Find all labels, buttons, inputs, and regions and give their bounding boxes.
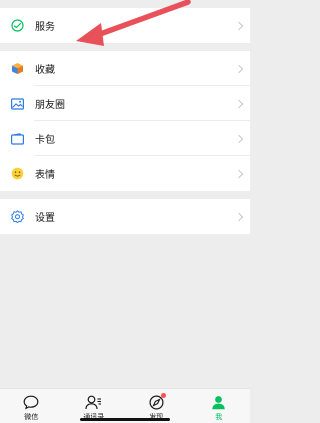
menu-item-card-wallet[interactable]: 卡包 bbox=[0, 121, 250, 156]
notification-dot bbox=[161, 393, 167, 398]
chevron-right-icon bbox=[234, 64, 244, 73]
card-wallet-icon bbox=[10, 132, 24, 146]
discover-icon bbox=[147, 393, 167, 411]
contacts-icon bbox=[85, 393, 103, 411]
chevron-right-icon bbox=[234, 212, 244, 221]
chevron-right-icon bbox=[234, 169, 244, 178]
chevron-right-icon bbox=[234, 134, 244, 143]
menu-item-label: 收藏 bbox=[35, 65, 55, 76]
favorites-icon bbox=[10, 62, 24, 76]
tab-me[interactable]: 我 bbox=[188, 389, 251, 423]
tab-label: 微信 bbox=[24, 413, 39, 421]
chat-icon bbox=[22, 393, 40, 411]
me-icon bbox=[210, 393, 228, 411]
home-indicator bbox=[80, 418, 170, 421]
bottom-tab-bar: 微信 通讯录 发现 我 bbox=[0, 388, 250, 423]
services-icon bbox=[10, 19, 24, 33]
sticker-icon bbox=[10, 167, 24, 181]
services-group: 服务 bbox=[0, 8, 250, 43]
menu-item-favorites[interactable]: 收藏 bbox=[0, 51, 250, 86]
top-spacer bbox=[0, 0, 250, 8]
menu-item-label: 表情 bbox=[35, 170, 55, 181]
menu-item-moments[interactable]: 朋友圈 bbox=[0, 86, 250, 121]
section-gap bbox=[0, 191, 250, 199]
settings-group: 设置 bbox=[0, 199, 250, 234]
tab-label: 我 bbox=[215, 413, 223, 421]
chevron-right-icon bbox=[234, 99, 244, 108]
menu-item-label: 服务 bbox=[35, 22, 55, 33]
section-gap bbox=[0, 43, 250, 51]
menu-item-label: 朋友圈 bbox=[35, 100, 65, 111]
menu-item-stickers[interactable]: 表情 bbox=[0, 156, 250, 191]
chevron-right-icon bbox=[234, 21, 244, 30]
menu-item-label: 设置 bbox=[35, 213, 55, 224]
settings-icon bbox=[10, 210, 24, 224]
moments-icon bbox=[10, 97, 24, 111]
menu-item-label: 卡包 bbox=[35, 135, 55, 146]
tab-chats[interactable]: 微信 bbox=[0, 389, 63, 423]
menu-item-settings[interactable]: 设置 bbox=[0, 199, 250, 234]
menu-item-services[interactable]: 服务 bbox=[0, 8, 250, 43]
collections-group: 收藏 朋友圈 卡包 表情 bbox=[0, 51, 250, 191]
